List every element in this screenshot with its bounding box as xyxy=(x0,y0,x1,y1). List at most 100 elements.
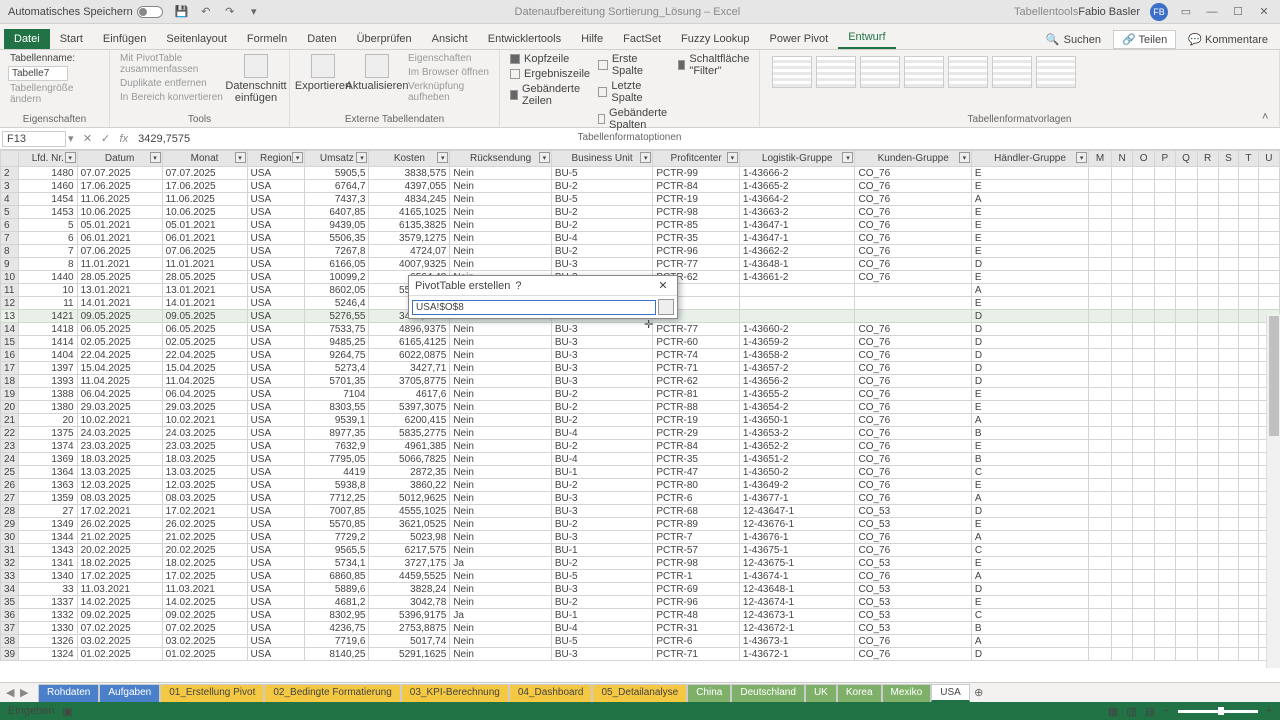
cell[interactable] xyxy=(1155,167,1175,180)
cell[interactable]: 1453 xyxy=(19,206,77,219)
cell[interactable]: Ja xyxy=(450,557,552,570)
cell[interactable] xyxy=(855,310,971,323)
cell[interactable] xyxy=(1089,466,1112,479)
column-header[interactable]: Q xyxy=(1175,151,1197,167)
cell[interactable]: 12-43675-1 xyxy=(739,557,855,570)
tab-entwurf[interactable]: Entwurf xyxy=(838,27,895,49)
cell[interactable]: USA xyxy=(247,362,305,375)
table-row[interactable]: 14141806.05.202506.05.2025USA7533,754896… xyxy=(1,323,1280,336)
cell[interactable] xyxy=(1112,622,1133,635)
cell[interactable]: CO_53 xyxy=(855,583,971,596)
cell[interactable] xyxy=(1258,245,1279,258)
tab-hilfe[interactable]: Hilfe xyxy=(571,29,613,49)
cell[interactable] xyxy=(1155,596,1175,609)
cell[interactable] xyxy=(1112,362,1133,375)
cell[interactable] xyxy=(739,297,855,310)
cell[interactable]: 11.03.2021 xyxy=(162,583,247,596)
cell[interactable] xyxy=(1112,596,1133,609)
cell[interactable]: C xyxy=(971,609,1088,622)
cell[interactable]: 1-43663-2 xyxy=(739,206,855,219)
cell[interactable]: 1-43658-2 xyxy=(739,349,855,362)
cell[interactable]: 1343 xyxy=(19,544,77,557)
tab-fuzzy lookup[interactable]: Fuzzy Lookup xyxy=(671,29,759,49)
cell[interactable]: 14.02.2025 xyxy=(77,596,162,609)
cell[interactable]: 1-43654-2 xyxy=(739,401,855,414)
banded-cols-checkbox[interactable]: Gebänderte Spalten xyxy=(596,106,672,132)
cell[interactable] xyxy=(1155,648,1175,661)
row-header[interactable]: 38 xyxy=(1,635,19,648)
cell[interactable]: USA xyxy=(247,375,305,388)
cell[interactable]: USA xyxy=(247,180,305,193)
cell[interactable]: 3705,8775 xyxy=(369,375,450,388)
filter-dropdown-icon[interactable]: ▾ xyxy=(539,152,550,163)
cell[interactable]: E xyxy=(971,440,1088,453)
cell[interactable]: BU-5 xyxy=(551,193,652,206)
cell[interactable]: USA xyxy=(247,544,305,557)
row-header[interactable]: 35 xyxy=(1,596,19,609)
cell[interactable] xyxy=(1175,232,1197,245)
cell[interactable]: 7632,9 xyxy=(305,440,369,453)
dialog-close-icon[interactable]: ✕ xyxy=(655,279,671,292)
cell[interactable]: Nein xyxy=(450,479,552,492)
cell[interactable] xyxy=(1089,427,1112,440)
cell[interactable]: 20.02.2025 xyxy=(162,544,247,557)
cell[interactable]: 5 xyxy=(19,219,77,232)
view-pagebreak-icon[interactable]: ▤ xyxy=(1145,705,1155,718)
cell[interactable]: CO_76 xyxy=(855,531,971,544)
cell[interactable]: 1393 xyxy=(19,375,77,388)
sheet-tab[interactable]: 01_Erstellung Pivot xyxy=(160,684,264,702)
cell[interactable]: 23.03.2025 xyxy=(162,440,247,453)
cell[interactable]: BU-1 xyxy=(551,609,652,622)
cell[interactable] xyxy=(1155,544,1175,557)
row-header[interactable]: 31 xyxy=(1,544,19,557)
redo-icon[interactable]: ↷ xyxy=(223,5,237,19)
cell[interactable]: E xyxy=(971,180,1088,193)
cell[interactable]: PCTR-19 xyxy=(653,414,740,427)
cell[interactable]: 07.07.2025 xyxy=(162,167,247,180)
cell[interactable] xyxy=(1133,271,1155,284)
cell[interactable] xyxy=(1218,258,1238,271)
cell[interactable]: Nein xyxy=(450,635,552,648)
table-row[interactable]: 282717.02.202117.02.2021USA7007,854555,1… xyxy=(1,505,1280,518)
cell[interactable]: Nein xyxy=(450,232,552,245)
cell[interactable] xyxy=(1112,388,1133,401)
cell[interactable]: A xyxy=(971,635,1088,648)
cell[interactable] xyxy=(1175,609,1197,622)
cell[interactable]: BU-5 xyxy=(551,570,652,583)
cell[interactable] xyxy=(1197,518,1218,531)
cell[interactable] xyxy=(1175,401,1197,414)
style-swatch[interactable] xyxy=(772,56,812,88)
sheet-tab[interactable]: Korea xyxy=(837,684,882,702)
cell[interactable] xyxy=(1133,635,1155,648)
row-header[interactable]: 33 xyxy=(1,570,19,583)
cell[interactable]: CO_76 xyxy=(855,193,971,206)
cell[interactable]: BU-2 xyxy=(551,557,652,570)
cell[interactable]: 1-43650-1 xyxy=(739,414,855,427)
cell[interactable]: 03.02.2025 xyxy=(162,635,247,648)
cell[interactable] xyxy=(1218,479,1238,492)
cell[interactable]: 23.03.2025 xyxy=(77,440,162,453)
cell[interactable] xyxy=(1239,414,1259,427)
cell[interactable]: 1330 xyxy=(19,622,77,635)
cell[interactable]: 24.03.2025 xyxy=(162,427,247,440)
cell[interactable]: 1-43662-2 xyxy=(739,245,855,258)
cell[interactable]: CO_76 xyxy=(855,232,971,245)
cell[interactable]: PCTR-98 xyxy=(653,206,740,219)
cell[interactable]: 6764,7 xyxy=(305,180,369,193)
cell[interactable]: 1375 xyxy=(19,427,77,440)
cell[interactable]: C xyxy=(971,466,1088,479)
table-row[interactable]: 27135908.03.202508.03.2025USA7712,255012… xyxy=(1,492,1280,505)
column-header[interactable]: R xyxy=(1197,151,1218,167)
cell[interactable]: CO_76 xyxy=(855,258,971,271)
cell[interactable]: USA xyxy=(247,440,305,453)
cell[interactable]: Nein xyxy=(450,414,552,427)
cell[interactable] xyxy=(1112,557,1133,570)
cell[interactable]: 12-43648-1 xyxy=(739,583,855,596)
cell[interactable]: USA xyxy=(247,388,305,401)
cell[interactable] xyxy=(1218,609,1238,622)
cell[interactable]: PCTR-29 xyxy=(653,427,740,440)
cell[interactable] xyxy=(1175,284,1197,297)
cell[interactable]: CO_76 xyxy=(855,492,971,505)
cell[interactable] xyxy=(1175,219,1197,232)
close-icon[interactable]: ✕ xyxy=(1256,4,1272,20)
